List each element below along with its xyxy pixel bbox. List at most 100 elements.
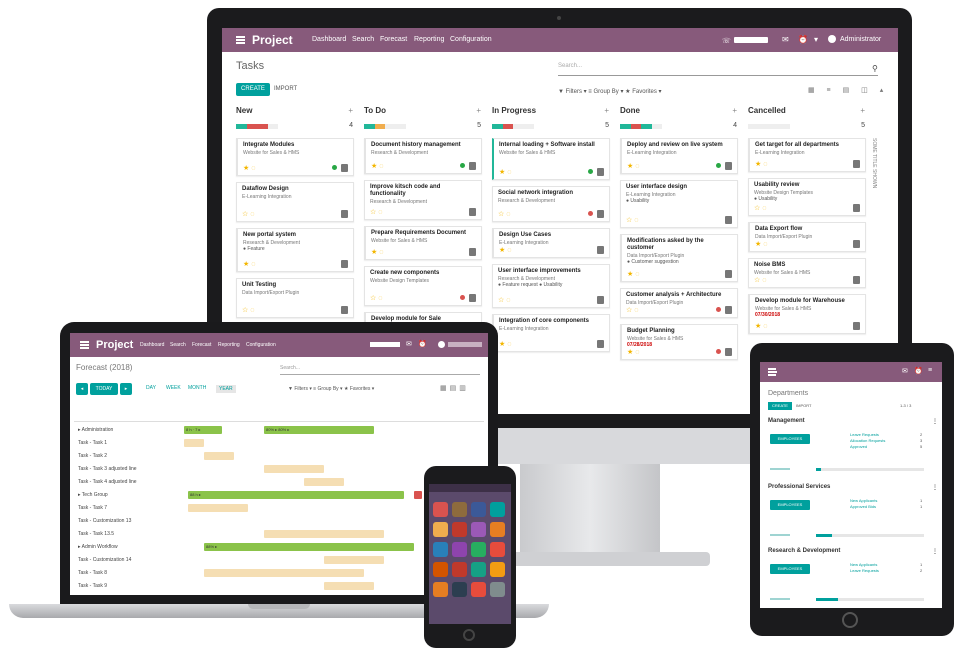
gantt-bar[interactable]	[264, 530, 384, 538]
view-switcher[interactable]: ▦ ≡ ▤ ◫ ▴	[808, 86, 888, 94]
star-icon[interactable]: ★ ◌	[755, 322, 767, 330]
chat-icon[interactable]: ✉	[782, 35, 789, 44]
column-title[interactable]: Done	[620, 106, 640, 115]
star-icon[interactable]: ★ ◌	[755, 160, 767, 168]
gantt-row-label[interactable]: Task - Task 9	[78, 583, 107, 589]
star-icon[interactable]: ★ ◌	[243, 164, 255, 172]
progress-bar[interactable]	[492, 124, 534, 129]
progress-bar[interactable]	[364, 124, 406, 129]
company-icon[interactable]: ▾	[814, 35, 818, 44]
star-icon[interactable]: ☆ ◌	[754, 276, 766, 284]
star-icon[interactable]: ☆ ◌	[498, 210, 510, 218]
task-card[interactable]: Improve kitsch code and functionality Res…	[364, 180, 482, 220]
next-button[interactable]: ▸	[120, 383, 132, 395]
status-dot[interactable]	[588, 169, 593, 174]
create-button[interactable]: CREATE	[768, 402, 792, 410]
task-card[interactable]: Deploy and review on live system E-Learni…	[620, 138, 738, 174]
gantt-bar[interactable]	[264, 465, 324, 473]
gantt-bar[interactable]	[304, 478, 344, 486]
app-icon[interactable]	[471, 522, 486, 537]
menu-search[interactable]: Search	[170, 342, 186, 348]
menu-configuration[interactable]: Configuration	[246, 342, 276, 348]
phone-icon[interactable]: ☏	[722, 37, 731, 45]
column-title[interactable]: Cancelled	[748, 106, 786, 115]
gantt-row-label[interactable]: Task - Task 4 adjusted line	[78, 479, 137, 485]
add-card-icon[interactable]: +	[732, 106, 737, 115]
star-icon[interactable]: ☆ ◌	[242, 210, 254, 218]
add-card-icon[interactable]: +	[604, 106, 609, 115]
avatar[interactable]	[597, 210, 604, 218]
column-title[interactable]: To Do	[364, 106, 386, 115]
app-icon[interactable]	[452, 502, 467, 517]
gantt-bar[interactable]	[184, 439, 204, 447]
gantt-bar[interactable]: 8 h · 7 ▸	[184, 426, 222, 434]
task-card[interactable]: New portal system Research & Development ●…	[236, 228, 354, 272]
user-name-block[interactable]	[448, 342, 482, 347]
gantt-row-label[interactable]: Task - Task 1	[78, 440, 107, 446]
gantt-row-label[interactable]: Task - Customization 14	[78, 557, 131, 563]
star-icon[interactable]: ☆ ◌	[370, 208, 382, 216]
gantt-row-label[interactable]: ▸ Admin Workflow	[78, 544, 118, 550]
star-icon[interactable]: ★ ◌	[499, 246, 511, 254]
menu-reporting[interactable]: Reporting	[414, 36, 444, 43]
task-card[interactable]: Unit Testing Data Import/Export Plugin ☆ ◌	[236, 278, 354, 318]
avatar[interactable]	[438, 341, 445, 348]
chat-icon[interactable]: ✉	[406, 340, 412, 348]
gantt-row-label[interactable]: Task - Task 13.5	[78, 531, 114, 537]
menu-configuration[interactable]: Configuration	[450, 36, 492, 43]
app-icon[interactable]	[471, 562, 486, 577]
star-icon[interactable]: ★ ◌	[371, 248, 383, 256]
star-icon[interactable]: ☆ ◌	[370, 294, 382, 302]
task-card[interactable]: Noise BMS Website for Sales & HMS ☆ ◌	[748, 258, 866, 288]
task-card[interactable]: User interface improvements Research & De…	[492, 264, 610, 308]
menu-icon[interactable]	[768, 368, 777, 376]
star-icon[interactable]: ☆ ◌	[626, 306, 638, 314]
avatar[interactable]	[341, 306, 348, 314]
menu-icon[interactable]	[80, 341, 89, 349]
menu-search[interactable]: Search	[352, 36, 374, 43]
progress-bar[interactable]	[748, 124, 790, 129]
gantt-row-label[interactable]: Task - Task 3 adjusted line	[78, 466, 137, 472]
avatar[interactable]	[853, 322, 860, 330]
menu-dashboard[interactable]: Dashboard	[312, 36, 346, 43]
gantt-row-label[interactable]: Task - Task 7	[78, 505, 107, 511]
star-icon[interactable]: ★ ◌	[627, 270, 639, 278]
gantt-bar[interactable]	[188, 504, 248, 512]
department-link[interactable]: Approved Bids	[850, 504, 876, 510]
user-name[interactable]: Administrator	[840, 36, 881, 43]
import-button[interactable]: IMPORT	[796, 403, 811, 408]
app-icon[interactable]	[490, 502, 505, 517]
app-icon[interactable]	[433, 582, 448, 597]
timer-widget[interactable]	[370, 342, 400, 347]
status-dot[interactable]	[716, 349, 721, 354]
avatar[interactable]	[469, 208, 476, 216]
star-icon[interactable]: ☆ ◌	[498, 296, 510, 304]
add-card-icon[interactable]: +	[860, 106, 865, 115]
app-icon[interactable]	[433, 542, 448, 557]
task-card[interactable]: Design Use Cases E-Learning Integration ★ …	[492, 228, 610, 258]
avatar[interactable]	[828, 35, 836, 43]
star-icon[interactable]: ☆ ◌	[754, 204, 766, 212]
employees-button[interactable]: EMPLOYEES	[770, 500, 810, 510]
app-icon[interactable]	[433, 562, 448, 577]
search-icon[interactable]: ⚲	[872, 64, 878, 73]
avatar[interactable]	[853, 204, 860, 212]
menu-forecast[interactable]: Forecast	[192, 342, 211, 348]
more-icon[interactable]: ≡	[928, 367, 932, 374]
department-link[interactable]: Leave Requests	[850, 568, 879, 574]
column-title[interactable]: In Progress	[492, 106, 536, 115]
menu-reporting[interactable]: Reporting	[218, 342, 240, 348]
task-card[interactable]: Dataflow Design E-Learning Integration ☆ ◌	[236, 182, 354, 222]
app-icon[interactable]	[490, 522, 505, 537]
scale-week[interactable]: WEEK	[166, 385, 181, 391]
star-icon[interactable]: ★ ◌	[371, 162, 383, 170]
task-card[interactable]: Integration of core components E-Learning…	[492, 314, 610, 352]
task-card[interactable]: Develop module for Warehouse Website for …	[748, 294, 866, 334]
task-card[interactable]: Internal loading + Software install Websi…	[492, 138, 610, 180]
avatar[interactable]	[597, 296, 604, 304]
filter-bar[interactable]: ▼ Filters ▾ ≡ Group By ▾ ★ Favorites ▾	[288, 386, 374, 392]
avatar[interactable]	[725, 306, 732, 314]
app-icon[interactable]	[471, 542, 486, 557]
star-icon[interactable]: ★ ◌	[755, 240, 767, 248]
task-card[interactable]: Customer analysis + Architecture Data Imp…	[620, 288, 738, 318]
